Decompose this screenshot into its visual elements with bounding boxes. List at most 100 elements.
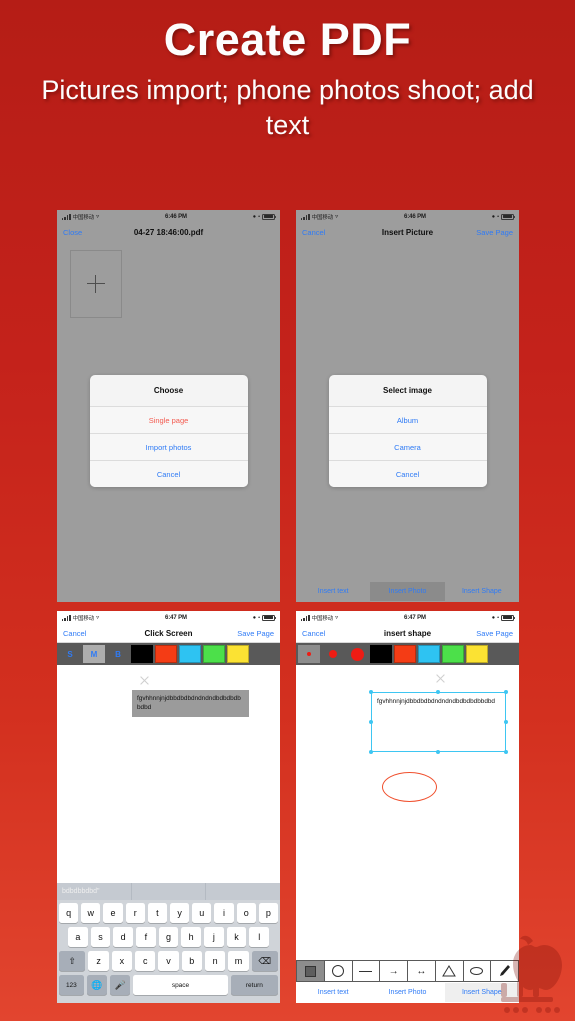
alert-option-cancel[interactable]: Cancel — [328, 460, 487, 487]
pen-icon[interactable] — [491, 961, 518, 981]
key-l[interactable]: l — [249, 927, 270, 947]
color-swatch-cyan[interactable] — [418, 645, 440, 663]
close-x-icon[interactable] — [435, 673, 446, 684]
resize-handle-ml[interactable] — [369, 720, 373, 724]
tab-insert-photo[interactable]: Insert Photo — [370, 983, 444, 1002]
resize-handle-bl[interactable] — [369, 750, 373, 754]
key-n[interactable]: n — [204, 951, 226, 971]
backspace-icon[interactable]: ⌫ — [251, 951, 278, 971]
key-b[interactable]: b — [181, 951, 202, 971]
stroke-size-large-button[interactable] — [346, 645, 368, 663]
edit-canvas[interactable]: fgvhhnnjnjdbbdbdbdndndndbdbdbdbbdbd — [296, 665, 519, 960]
font-size-big-button[interactable]: B — [107, 645, 129, 663]
key-o[interactable]: o — [236, 903, 256, 923]
shape-tools-toolbar: → ↔ — [296, 960, 519, 982]
key-j[interactable]: j — [204, 927, 224, 947]
key-g[interactable]: g — [158, 927, 179, 947]
save-page-button[interactable]: Save Page — [476, 228, 513, 237]
shift-icon[interactable]: ⇧ — [59, 951, 86, 971]
close-x-icon[interactable] — [139, 675, 150, 686]
alert-option-camera[interactable]: Camera — [328, 433, 487, 460]
color-swatch-red[interactable] — [155, 645, 177, 663]
line-icon[interactable] — [352, 961, 380, 981]
square-icon[interactable] — [297, 961, 324, 981]
prediction-slot-2[interactable] — [132, 883, 207, 900]
key-x[interactable]: x — [111, 951, 133, 971]
color-swatch-black[interactable] — [131, 645, 153, 663]
color-swatch-yellow[interactable] — [466, 645, 488, 663]
circle-icon[interactable] — [324, 961, 352, 981]
tab-insert-shape[interactable]: Insert Shape — [444, 983, 519, 1002]
stroke-size-small-button[interactable] — [298, 645, 320, 663]
status-bar: 中国移动 ▿ 6:46 PM ● • — [296, 210, 519, 223]
key-d[interactable]: d — [113, 927, 133, 947]
tab-insert-photo[interactable]: Insert Photo — [370, 582, 445, 601]
key-r[interactable]: r — [125, 903, 145, 923]
text-box[interactable]: fgvhhnnjnjdbbdbdbdndndndbdbdbdbbdbd — [132, 690, 249, 717]
save-page-button[interactable]: Save Page — [476, 629, 513, 638]
color-swatch-green[interactable] — [442, 645, 464, 663]
close-button[interactable]: Close — [63, 228, 82, 237]
ellipse-icon[interactable] — [463, 961, 491, 981]
tab-insert-text[interactable]: Insert text — [296, 983, 370, 1002]
key-v[interactable]: v — [158, 951, 179, 971]
save-page-button[interactable]: Save Page — [237, 629, 274, 638]
resize-handle-tc[interactable] — [436, 690, 440, 694]
alert-option-single-page[interactable]: Single page — [89, 406, 248, 433]
tab-insert-shape[interactable]: Insert Shape — [445, 582, 519, 601]
add-page-button[interactable] — [70, 250, 122, 318]
ellipse-shape[interactable] — [382, 772, 437, 802]
color-swatch-black[interactable] — [370, 645, 392, 663]
tab-insert-text[interactable]: Insert text — [296, 582, 370, 601]
cancel-button[interactable]: Cancel — [302, 629, 325, 638]
alert-option-cancel[interactable]: Cancel — [89, 460, 248, 487]
key-i[interactable]: i — [214, 903, 234, 923]
globe-icon[interactable]: 🌐 — [86, 975, 107, 995]
numbers-key[interactable]: 123 — [59, 975, 84, 995]
picture-canvas[interactable]: Select image Album Camera Cancel — [296, 242, 519, 581]
key-f[interactable]: f — [136, 927, 156, 947]
color-swatch-yellow[interactable] — [227, 645, 249, 663]
key-k[interactable]: k — [226, 927, 247, 947]
color-swatch-green[interactable] — [203, 645, 225, 663]
stroke-size-medium-button[interactable] — [322, 645, 344, 663]
color-swatch-cyan[interactable] — [179, 645, 201, 663]
cancel-button[interactable]: Cancel — [63, 629, 86, 638]
color-swatch-red[interactable] — [394, 645, 416, 663]
alert-option-album[interactable]: Album — [328, 406, 487, 433]
resize-handle-mr[interactable] — [504, 720, 508, 724]
cancel-button[interactable]: Cancel — [302, 228, 325, 237]
text-box[interactable]: fgvhhnnjnjdbbdbdbdndndndbdbdbdbbdbd — [371, 692, 506, 752]
double-arrow-icon[interactable]: ↔ — [408, 961, 435, 981]
key-p[interactable]: p — [258, 903, 279, 923]
key-e[interactable]: e — [103, 903, 123, 923]
arrow-icon[interactable]: → — [380, 961, 407, 981]
microphone-icon[interactable]: 🎤 — [110, 975, 131, 995]
key-q[interactable]: q — [58, 903, 79, 923]
return-key[interactable]: return — [230, 975, 278, 995]
key-t[interactable]: t — [147, 903, 167, 923]
edit-canvas[interactable]: fgvhhnnjnjdbbdbdbdndndndbdbdbdbbdbd — [57, 665, 280, 883]
key-h[interactable]: h — [181, 927, 202, 947]
status-bar: 中国移动 ▿ 6:46 PM ● • — [57, 210, 280, 223]
alert-option-import-photos[interactable]: Import photos — [89, 433, 248, 460]
key-s[interactable]: s — [90, 927, 111, 947]
space-key[interactable]: space — [133, 975, 228, 995]
key-z[interactable]: z — [88, 951, 109, 971]
font-size-small-button[interactable]: S — [59, 645, 81, 663]
triangle-icon[interactable] — [435, 961, 463, 981]
resize-handle-tl[interactable] — [369, 690, 373, 694]
key-c[interactable]: c — [135, 951, 156, 971]
key-w[interactable]: w — [81, 903, 101, 923]
key-m[interactable]: m — [228, 951, 249, 971]
key-u[interactable]: u — [192, 903, 212, 923]
font-size-medium-button[interactable]: M — [83, 645, 105, 663]
resize-handle-bc[interactable] — [436, 750, 440, 754]
prediction-slot-1[interactable]: bdbdbbdbd" — [57, 883, 132, 900]
key-y[interactable]: y — [170, 903, 190, 923]
resize-handle-br[interactable] — [504, 750, 508, 754]
key-a[interactable]: a — [67, 927, 88, 947]
resize-handle-tr[interactable] — [504, 690, 508, 694]
prediction-slot-3[interactable] — [206, 883, 280, 900]
status-left: 中国移动 ▿ — [301, 614, 338, 622]
